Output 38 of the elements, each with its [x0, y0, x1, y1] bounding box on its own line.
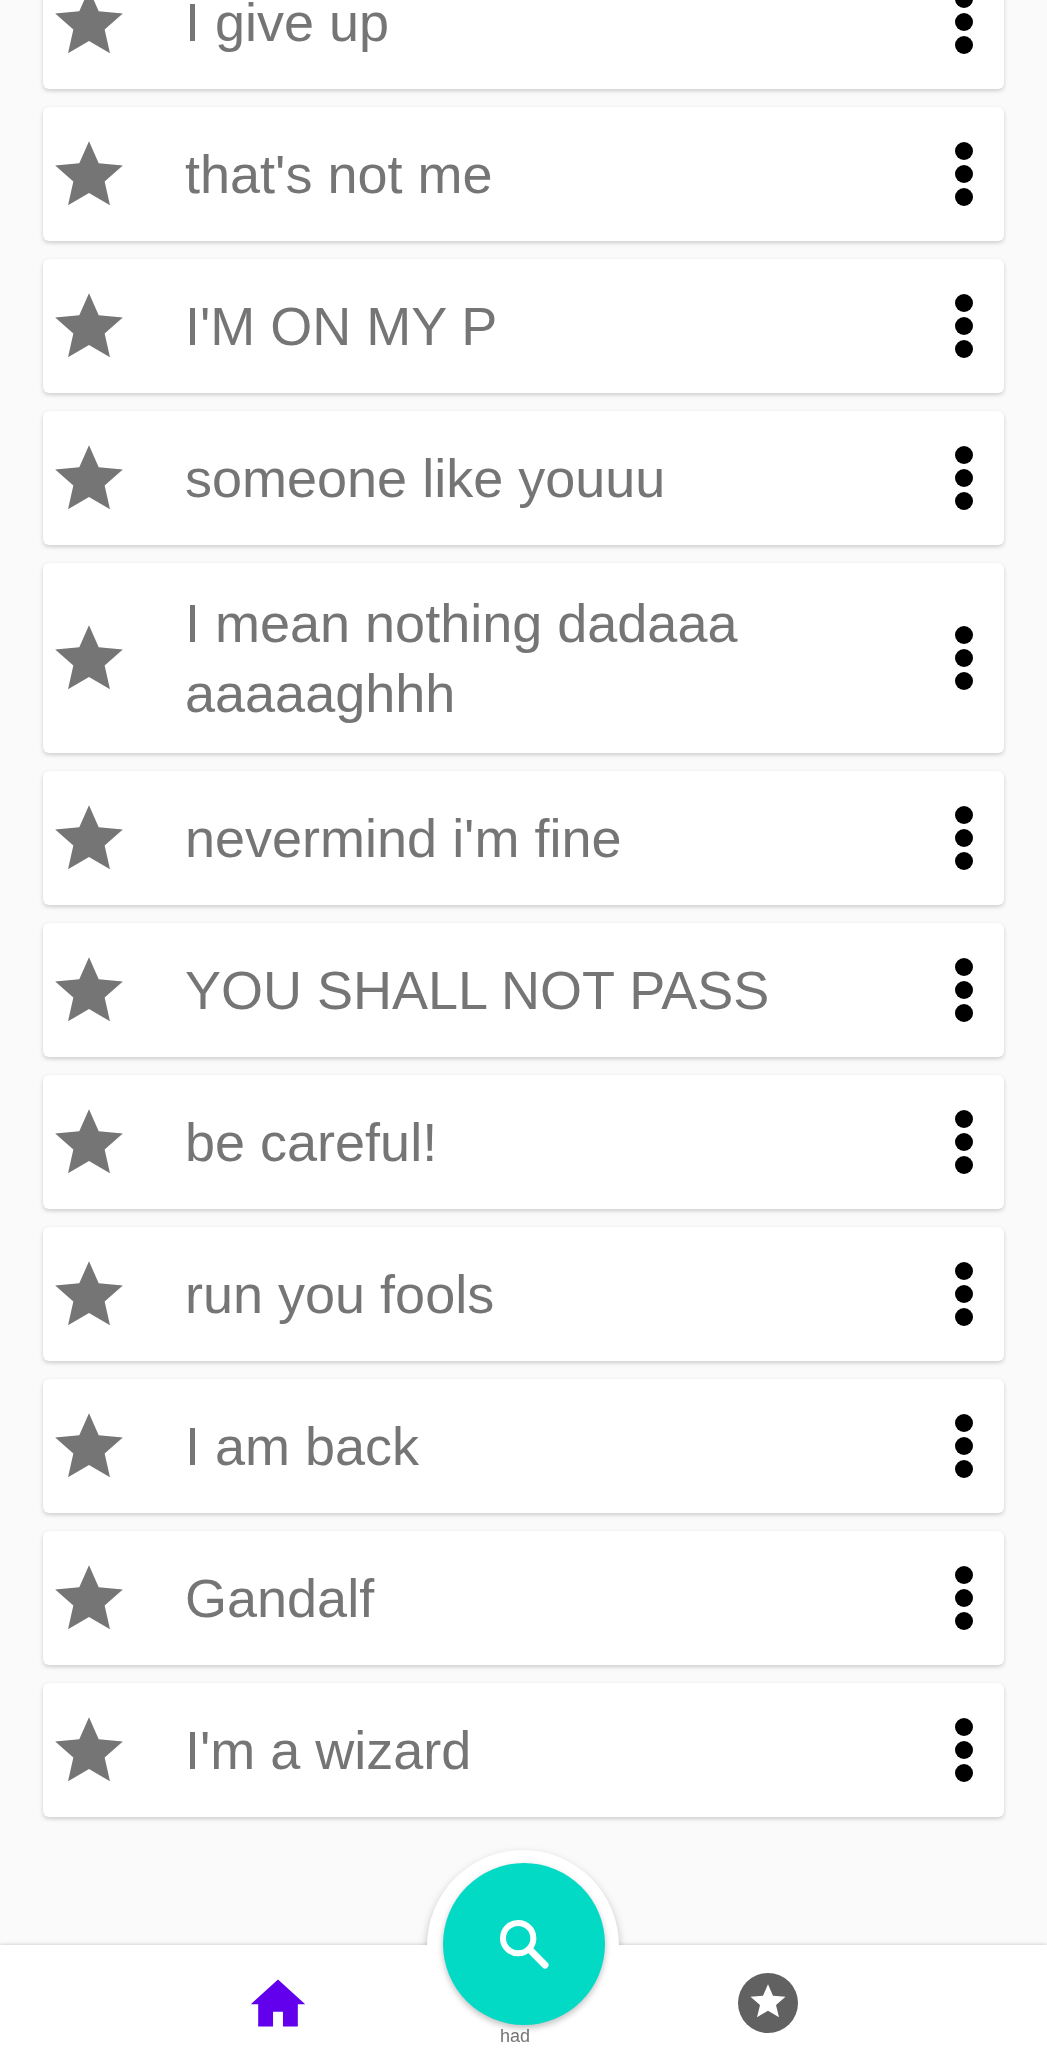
item-text: I'M ON MY P — [185, 295, 499, 358]
more-options-icon[interactable] — [954, 1717, 974, 1783]
item-text: run you fools — [185, 1263, 496, 1326]
item-text: had — [500, 2026, 531, 2046]
list-card[interactable]: someone like youuu — [43, 411, 1004, 545]
more-options-icon[interactable] — [954, 625, 974, 691]
list-card[interactable]: nevermind i'm fine — [43, 771, 1004, 905]
list-card[interactable]: that's not me — [43, 107, 1004, 241]
item-text: I mean nothing dadaaa aaaaaghhh — [185, 592, 739, 725]
item-text: I am back — [185, 1415, 421, 1478]
more-options-icon[interactable] — [954, 445, 974, 511]
item-text: YOU SHALL NOT PASS — [185, 959, 771, 1022]
list-card[interactable]: I give up — [43, 0, 1004, 89]
list-card[interactable]: I mean nothing dadaaa aaaaaghhh — [43, 563, 1004, 753]
list-card[interactable]: I'M ON MY P — [43, 259, 1004, 393]
item-text: someone like youuu — [185, 447, 667, 510]
more-options-icon[interactable] — [954, 0, 974, 55]
star-circle-icon — [738, 1973, 798, 2033]
list-card[interactable]: I'm a wizard — [43, 1683, 1004, 1817]
more-options-icon[interactable] — [954, 141, 974, 207]
more-options-icon[interactable] — [954, 1565, 974, 1631]
more-options-icon[interactable] — [954, 1109, 974, 1175]
list-card[interactable]: I am back — [43, 1379, 1004, 1513]
list-card[interactable]: YOU SHALL NOT PASS — [43, 923, 1004, 1057]
more-options-icon[interactable] — [954, 805, 974, 871]
item-text: Gandalf — [185, 1567, 376, 1630]
more-options-icon[interactable] — [954, 293, 974, 359]
list-card[interactable]: be careful! — [43, 1075, 1004, 1209]
item-text: be careful! — [185, 1111, 439, 1174]
item-text: nevermind i'm fine — [185, 807, 623, 870]
list-card[interactable]: Gandalf — [43, 1531, 1004, 1665]
more-options-icon[interactable] — [954, 957, 974, 1023]
list-card[interactable]: run you fools — [43, 1227, 1004, 1361]
more-options-icon[interactable] — [954, 1413, 974, 1479]
item-text: I'm a wizard — [185, 1719, 473, 1782]
item-text: that's not me — [185, 143, 494, 206]
item-text: I give up — [185, 0, 391, 54]
more-options-icon[interactable] — [954, 1261, 974, 1327]
